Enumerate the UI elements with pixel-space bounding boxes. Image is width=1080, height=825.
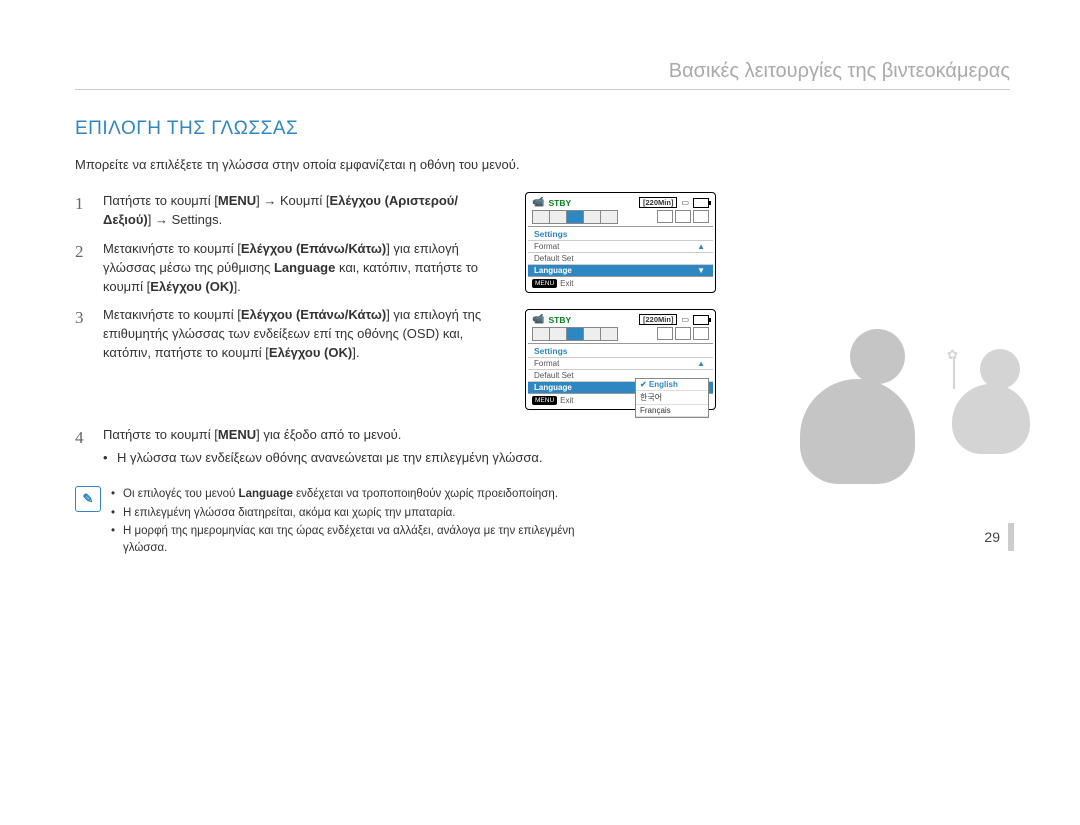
exit-label: Exit <box>560 396 573 405</box>
stby-status: STBY <box>548 315 571 325</box>
sd-icon: ▭ <box>681 198 689 207</box>
page-number: 29 <box>984 523 1014 551</box>
lcd-row-language: Language▼ <box>528 264 713 276</box>
sd-icon: ▭ <box>681 315 689 324</box>
tab-icon <box>532 327 550 341</box>
tab-icon <box>549 327 567 341</box>
exit-label: Exit <box>560 279 573 288</box>
control-ok-label: Ελέγχου (OK) <box>269 345 352 360</box>
stby-status: STBY <box>548 198 571 208</box>
control-label: Ελέγχου (Επάνω/Κάτω) <box>241 307 386 322</box>
arrow-icon: → <box>263 193 276 208</box>
bullet-icon: • <box>103 449 109 468</box>
step-number: 1 <box>75 192 93 230</box>
menu-button-icon: MENU <box>532 279 557 288</box>
note-box: ✎ • Οι επιλογές του μενού Language ενδέχ… <box>75 486 595 559</box>
lcd-screenshot-1: 📹 STBY [220Min] ▭ <box>525 192 716 293</box>
time-remaining: [220Min] <box>639 314 677 325</box>
badge-icon <box>693 327 709 340</box>
section-title: ΕΠΙΛΟΓΗ ΤΗΣ ΓΛΩΣΣΑΣ <box>75 118 1010 140</box>
text: Settings. <box>168 212 222 227</box>
text: ] <box>148 212 155 227</box>
bullet-text: Η γλώσσα των ενδείξεων οθόνης ανανεώνετα… <box>117 449 543 468</box>
tab-icon <box>583 327 601 341</box>
step-number: 3 <box>75 306 93 363</box>
lcd-settings-label: Settings <box>528 344 713 357</box>
lcd-row-default-set: Default Set <box>528 252 713 264</box>
note-text: Η μορφή της ημερομηνίας και της ώρας ενδ… <box>123 523 595 556</box>
language-label: Language <box>239 488 293 500</box>
control-label: Ελέγχου (Επάνω/Κάτω) <box>241 241 386 256</box>
tab-icon <box>600 210 618 224</box>
menu-label: MENU <box>218 427 256 442</box>
text: Μετακινήστε το κουμπί [ <box>103 241 241 256</box>
note-icon: ✎ <box>75 486 101 512</box>
badge-icon <box>657 210 673 223</box>
badge-icon <box>657 327 673 340</box>
lang-option-english: English <box>636 379 708 391</box>
lcd-row-format: Format▲ <box>528 240 713 252</box>
intro-text: Μπορείτε να επιλέξετε τη γλώσσα στην οπο… <box>75 156 535 174</box>
note-text: ενδέχεται να τροποποιηθούν χωρίς προειδο… <box>293 488 558 500</box>
lang-option-korean: 한국어 <box>636 391 708 405</box>
menu-label: MENU <box>218 193 256 208</box>
control-ok-label: Ελέγχου (OK) <box>150 279 233 294</box>
arrow-icon: → <box>155 212 168 227</box>
tab-icon <box>600 327 618 341</box>
language-dropdown: English 한국어 Français <box>635 378 709 418</box>
bullet-icon: • <box>111 523 117 556</box>
language-label: Language <box>274 260 335 275</box>
step-4: 4 Πατήστε το κουμπί [MENU] για έξοδο από… <box>75 426 595 468</box>
decorative-people-illustration <box>790 304 1030 484</box>
step-2: 2 Μετακινήστε το κουμπί [Ελέγχου (Επάνω/… <box>75 240 505 297</box>
camera-icon: 📹 <box>532 314 544 325</box>
text: ]. <box>352 345 359 360</box>
camera-icon: 📹 <box>532 197 544 208</box>
note-text: Οι επιλογές του μενού <box>123 488 239 500</box>
tab-icon <box>549 210 567 224</box>
tab-settings-icon <box>566 210 584 224</box>
tab-icon <box>532 210 550 224</box>
text: Πατήστε το κουμπί [ <box>103 193 218 208</box>
badge-icon <box>675 210 691 223</box>
lcd-row-format: Format▲ <box>528 357 713 369</box>
text: Κουμπί [ <box>276 193 329 208</box>
text: Μετακινήστε το κουμπί [ <box>103 307 241 322</box>
tab-settings-icon <box>566 327 584 341</box>
time-remaining: [220Min] <box>639 197 677 208</box>
battery-icon <box>693 198 709 208</box>
tab-icon <box>583 210 601 224</box>
text: ] για έξοδο από το μενού. <box>256 427 401 442</box>
step-3: 3 Μετακινήστε το κουμπί [Ελέγχου (Επάνω/… <box>75 306 505 363</box>
bullet-icon: • <box>111 505 117 522</box>
step-1: 1 Πατήστε το κουμπί [MENU] → Κουμπί [Ελέ… <box>75 192 505 230</box>
note-text: Η επιλεγμένη γλώσσα διατηρείται, ακόμα κ… <box>123 505 456 522</box>
battery-icon <box>693 315 709 325</box>
lcd-settings-label: Settings <box>528 227 713 240</box>
text: Πατήστε το κουμπί [ <box>103 427 218 442</box>
badge-icon <box>693 210 709 223</box>
step-number: 2 <box>75 240 93 297</box>
lang-option-francais: Français <box>636 405 708 417</box>
badge-icon <box>675 327 691 340</box>
text: ]. <box>234 279 241 294</box>
step-number: 4 <box>75 426 93 468</box>
lcd-screenshot-2: 📹 STBY [220Min] ▭ <box>525 309 716 410</box>
menu-button-icon: MENU <box>532 396 557 405</box>
bullet-icon: • <box>111 486 117 503</box>
chapter-title: Βασικές λειτουργίες της βιντεοκάμερας <box>75 60 1010 90</box>
